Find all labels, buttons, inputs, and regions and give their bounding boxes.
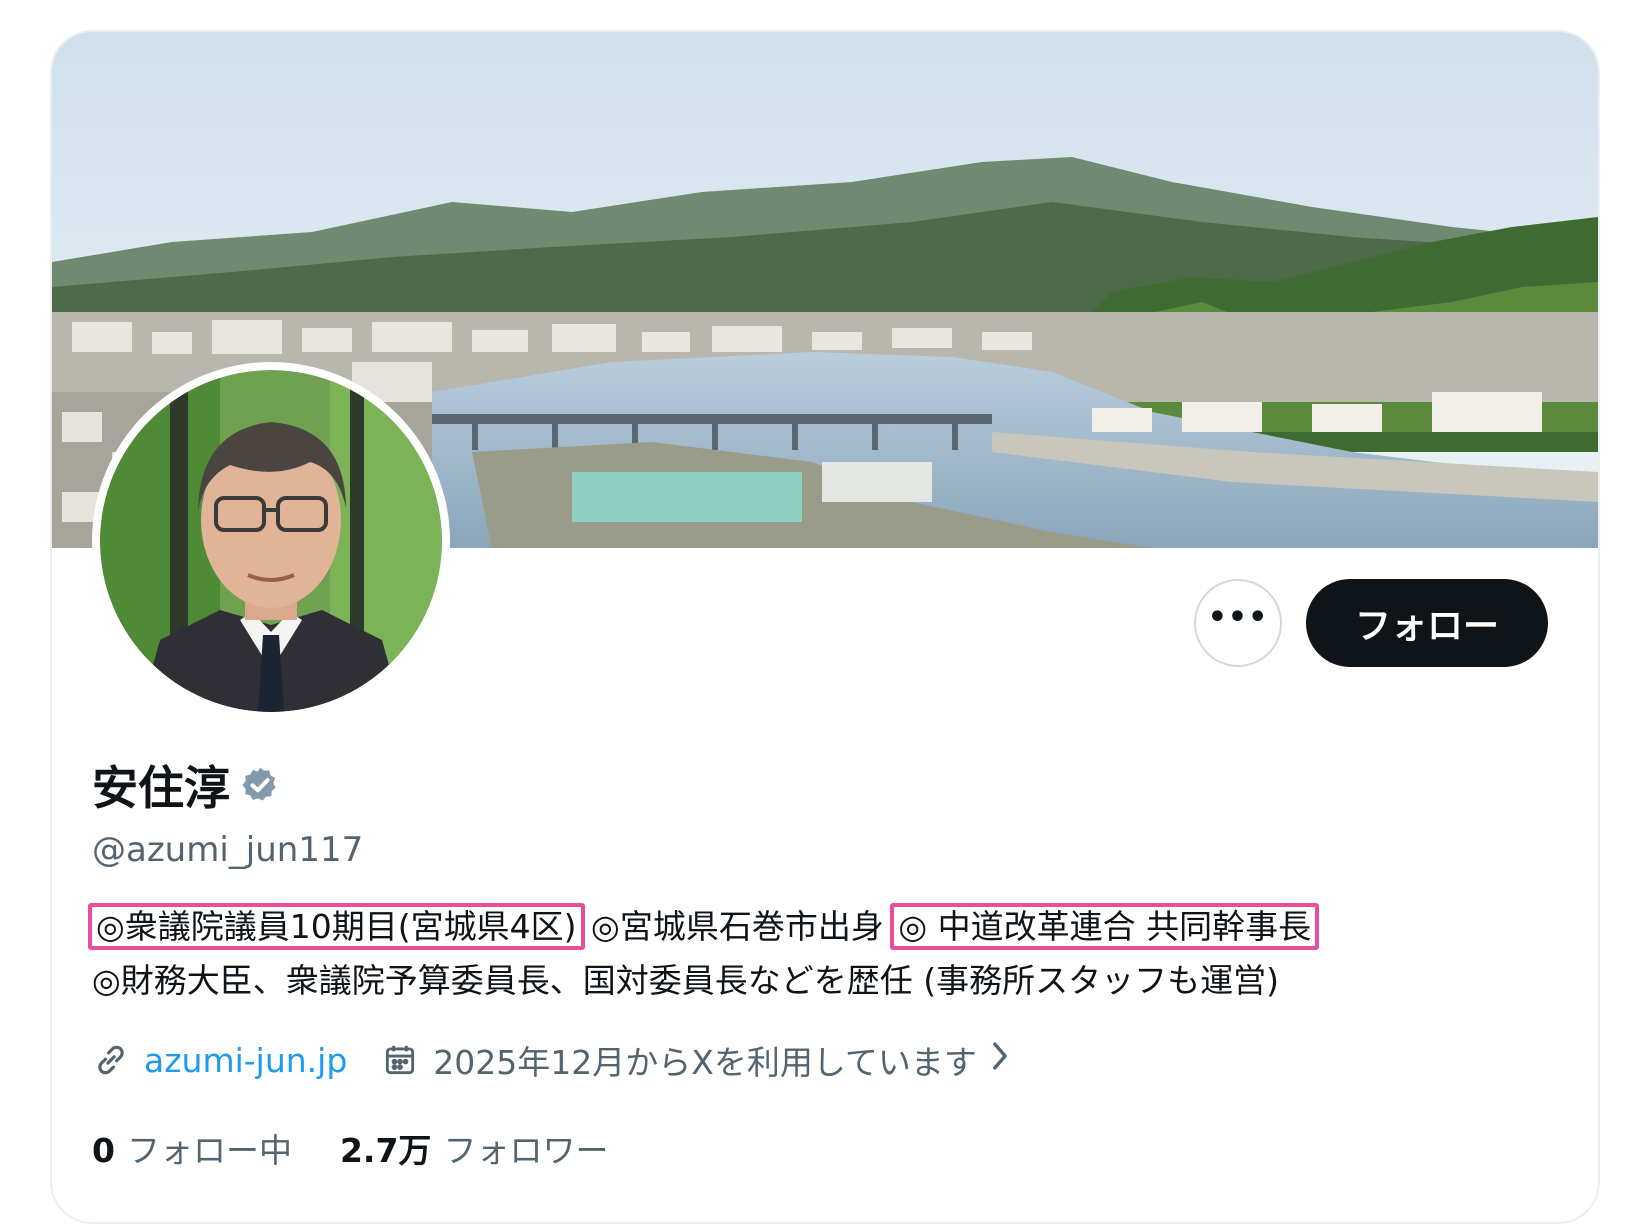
chevron-right-icon [989,1039,1011,1082]
website-link[interactable]: azumi-jun.jp [144,1041,347,1080]
profile-avatar[interactable] [92,362,450,720]
followers-stat[interactable]: 2.7万 フォロワー [340,1124,608,1172]
avatar-photo [100,370,442,712]
following-stat[interactable]: 0 フォロー中 [92,1124,292,1172]
display-name-row: 安住淳 [92,752,280,818]
link-icon [92,1041,130,1079]
follow-button[interactable]: フォロー [1306,579,1548,667]
followers-label: フォロワー [443,1131,609,1170]
joined-date[interactable]: 2025年12月からXを利用しています [381,1036,1011,1084]
profile-handle: @azumi_jun117 [92,830,364,870]
profile-bio: ◎衆議院議員10期目(宮城県4区) ◎宮城県石巻市出身 ◎ 中道改革連合 共同幹… [88,900,1562,1008]
following-label: フォロー中 [126,1131,292,1170]
verified-badge-icon[interactable] [240,765,280,805]
display-name: 安住淳 [92,761,230,815]
joined-text: 2025年12月からXを利用しています [433,1043,977,1082]
following-count: 0 [92,1131,115,1170]
followers-count: 2.7万 [339,1131,432,1170]
bio-highlight-2: ◎ 中道改革連合 共同幹事長 [890,903,1320,950]
more-dots-icon: ••• [1207,600,1269,635]
bio-line-2: ◎財務大臣、衆議院予算委員長、国対委員長などを歴任 (事務所スタッフも運営) [92,961,1280,1000]
calendar-icon [381,1041,419,1079]
bio-line-1: ◎衆議院議員10期目(宮城県4区) ◎宮城県石巻市出身 ◎ 中道改革連合 共同幹… [88,900,1562,954]
profile-stats: 0 フォロー中 2.7万 フォロワー [92,1124,608,1172]
more-options-button[interactable]: ••• [1194,579,1282,667]
bio-text-hometown: ◎宮城県石巻市出身 [591,907,884,946]
profile-card: ••• フォロー 安住淳 @azumi_jun117 ◎衆議院議員10期目(宮城… [50,30,1600,1224]
profile-meta: azumi-jun.jp 2025年12月からXを利用しています [92,1036,1011,1084]
bio-highlight-1: ◎衆議院議員10期目(宮城県4区) [88,903,585,950]
